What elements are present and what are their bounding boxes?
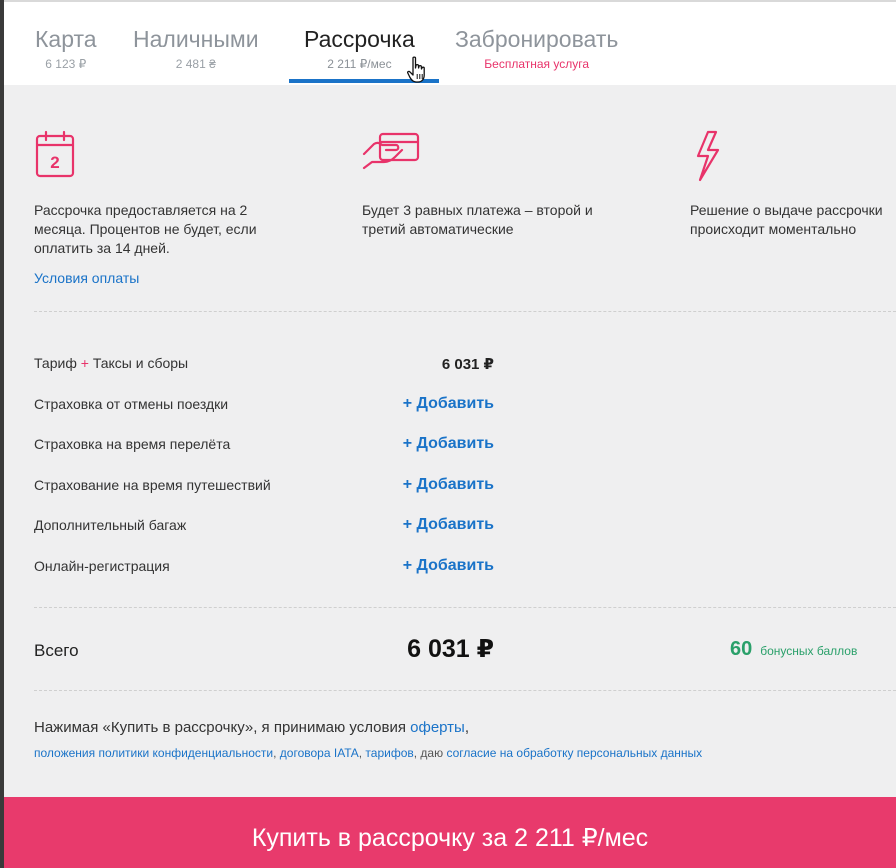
hand-cursor-icon bbox=[407, 56, 425, 83]
fare-label-tariff: Тариф bbox=[34, 355, 77, 371]
fare-row: Тариф + Таксы и сборы 6 031 ₽ bbox=[34, 355, 494, 377]
extra-row-flight-insurance: Страховка на время перелёта + Добавить bbox=[34, 435, 494, 458]
tab-installment[interactable]: Рассрочка 2 211 ₽/мес bbox=[304, 26, 415, 71]
legal-separator: , bbox=[273, 746, 280, 760]
fare-value: 6 031 ₽ bbox=[441, 356, 494, 373]
extra-label: Страхование на время путешествий bbox=[34, 477, 271, 493]
fare-label: Тариф + Таксы и сборы bbox=[34, 355, 188, 371]
bonus-label: бонусных баллов bbox=[760, 644, 858, 658]
extra-label: Дополнительный багаж bbox=[34, 517, 187, 533]
fare-label-taxes: Таксы и сборы bbox=[92, 355, 189, 371]
tab-label: Забронировать bbox=[455, 26, 619, 52]
legal-separator: , даю bbox=[413, 746, 447, 760]
add-cancel-insurance-button[interactable]: + Добавить bbox=[403, 395, 494, 413]
extra-label: Онлайн-регистрация bbox=[34, 558, 170, 574]
divider bbox=[34, 607, 896, 608]
tab-promo: Бесплатная услуга bbox=[484, 57, 590, 71]
total-value: 6 031 ₽ bbox=[407, 635, 494, 663]
privacy-policy-link[interactable]: положения политики конфиденциальности bbox=[34, 746, 273, 760]
feature-text: Будет 3 равных платежа – второй и третий… bbox=[362, 202, 593, 237]
feature-text: Рассрочка предоставляется на 2 месяца. П… bbox=[34, 202, 257, 256]
extra-label: Страховка от отмены поездки bbox=[34, 396, 229, 412]
tab-price: 6 123 ₽ bbox=[45, 57, 87, 71]
offer-link[interactable]: оферты bbox=[410, 719, 465, 736]
feature-text: Решение о выдаче рассрочки происходит мо… bbox=[690, 202, 883, 237]
legal-text: , bbox=[464, 719, 470, 736]
plus-sign: + bbox=[80, 355, 89, 371]
tariffs-link[interactable]: тарифов bbox=[365, 746, 413, 760]
add-online-checkin-button[interactable]: + Добавить bbox=[403, 557, 494, 575]
bonus-number: 60 bbox=[730, 638, 753, 660]
feature-equal-payments: Будет 3 равных платежа – второй и третий… bbox=[362, 130, 612, 239]
tab-label: Рассрочка bbox=[304, 26, 415, 52]
feature-installment-term: 2 Рассрочка предоставляется на 2 месяца.… bbox=[34, 130, 284, 286]
legal-text: Нажимая «Купить в рассрочку», я принимаю… bbox=[34, 719, 411, 736]
calendar-day: 2 bbox=[50, 153, 59, 172]
bonus-points: 60 бонусных баллов bbox=[730, 638, 857, 661]
tab-reserve[interactable]: Забронировать Бесплатная услуга bbox=[455, 26, 618, 71]
divider bbox=[34, 311, 896, 312]
payment-panel: Карта 6 123 ₽ Наличными 2 481 ₴ Рассрочк… bbox=[4, 0, 896, 868]
extra-label: Страховка на время перелёта bbox=[34, 436, 231, 452]
payment-tabs: Карта 6 123 ₽ Наличными 2 481 ₴ Рассрочк… bbox=[4, 2, 896, 85]
tab-price: 2 211 ₽/мес bbox=[327, 57, 392, 71]
extra-row-travel-insurance: Страхование на время путешествий + Добав… bbox=[34, 476, 494, 499]
extra-row-baggage: Дополнительный багаж + Добавить bbox=[34, 516, 494, 539]
buy-installment-button[interactable]: Купить в рассрочку за 2 211 ₽/мес bbox=[4, 797, 896, 868]
extra-row-online-checkin: Онлайн-регистрация + Добавить bbox=[34, 557, 494, 580]
feature-instant-decision: Решение о выдаче рассрочки происходит мо… bbox=[690, 130, 896, 239]
payment-terms-link[interactable]: Условия оплаты bbox=[34, 270, 284, 286]
add-travel-insurance-button[interactable]: + Добавить bbox=[403, 476, 494, 494]
tab-price: 2 481 ₴ bbox=[175, 57, 216, 71]
add-baggage-button[interactable]: + Добавить bbox=[403, 516, 494, 534]
iata-contract-link[interactable]: договора IATA bbox=[280, 746, 359, 760]
legal-links-line: положения политики конфиденциальности, д… bbox=[34, 746, 702, 760]
tab-label: Карта bbox=[35, 26, 97, 52]
extra-row-cancel-insurance: Страховка от отмены поездки + Добавить bbox=[34, 395, 494, 418]
tab-card[interactable]: Карта 6 123 ₽ bbox=[35, 26, 97, 71]
personal-data-consent-link[interactable]: согласие на обработку персональных данны… bbox=[446, 746, 702, 760]
legal-consent-line: Нажимая «Купить в рассрочку», я принимаю… bbox=[34, 719, 469, 736]
divider bbox=[34, 690, 896, 691]
tab-label: Наличными bbox=[133, 26, 259, 52]
hand-card-icon bbox=[362, 132, 420, 170]
tab-cash[interactable]: Наличными 2 481 ₴ bbox=[133, 26, 259, 71]
calendar-icon: 2 bbox=[35, 130, 75, 178]
add-flight-insurance-button[interactable]: + Добавить bbox=[403, 435, 494, 453]
lightning-icon bbox=[696, 130, 720, 182]
total-label: Всего bbox=[34, 641, 79, 660]
